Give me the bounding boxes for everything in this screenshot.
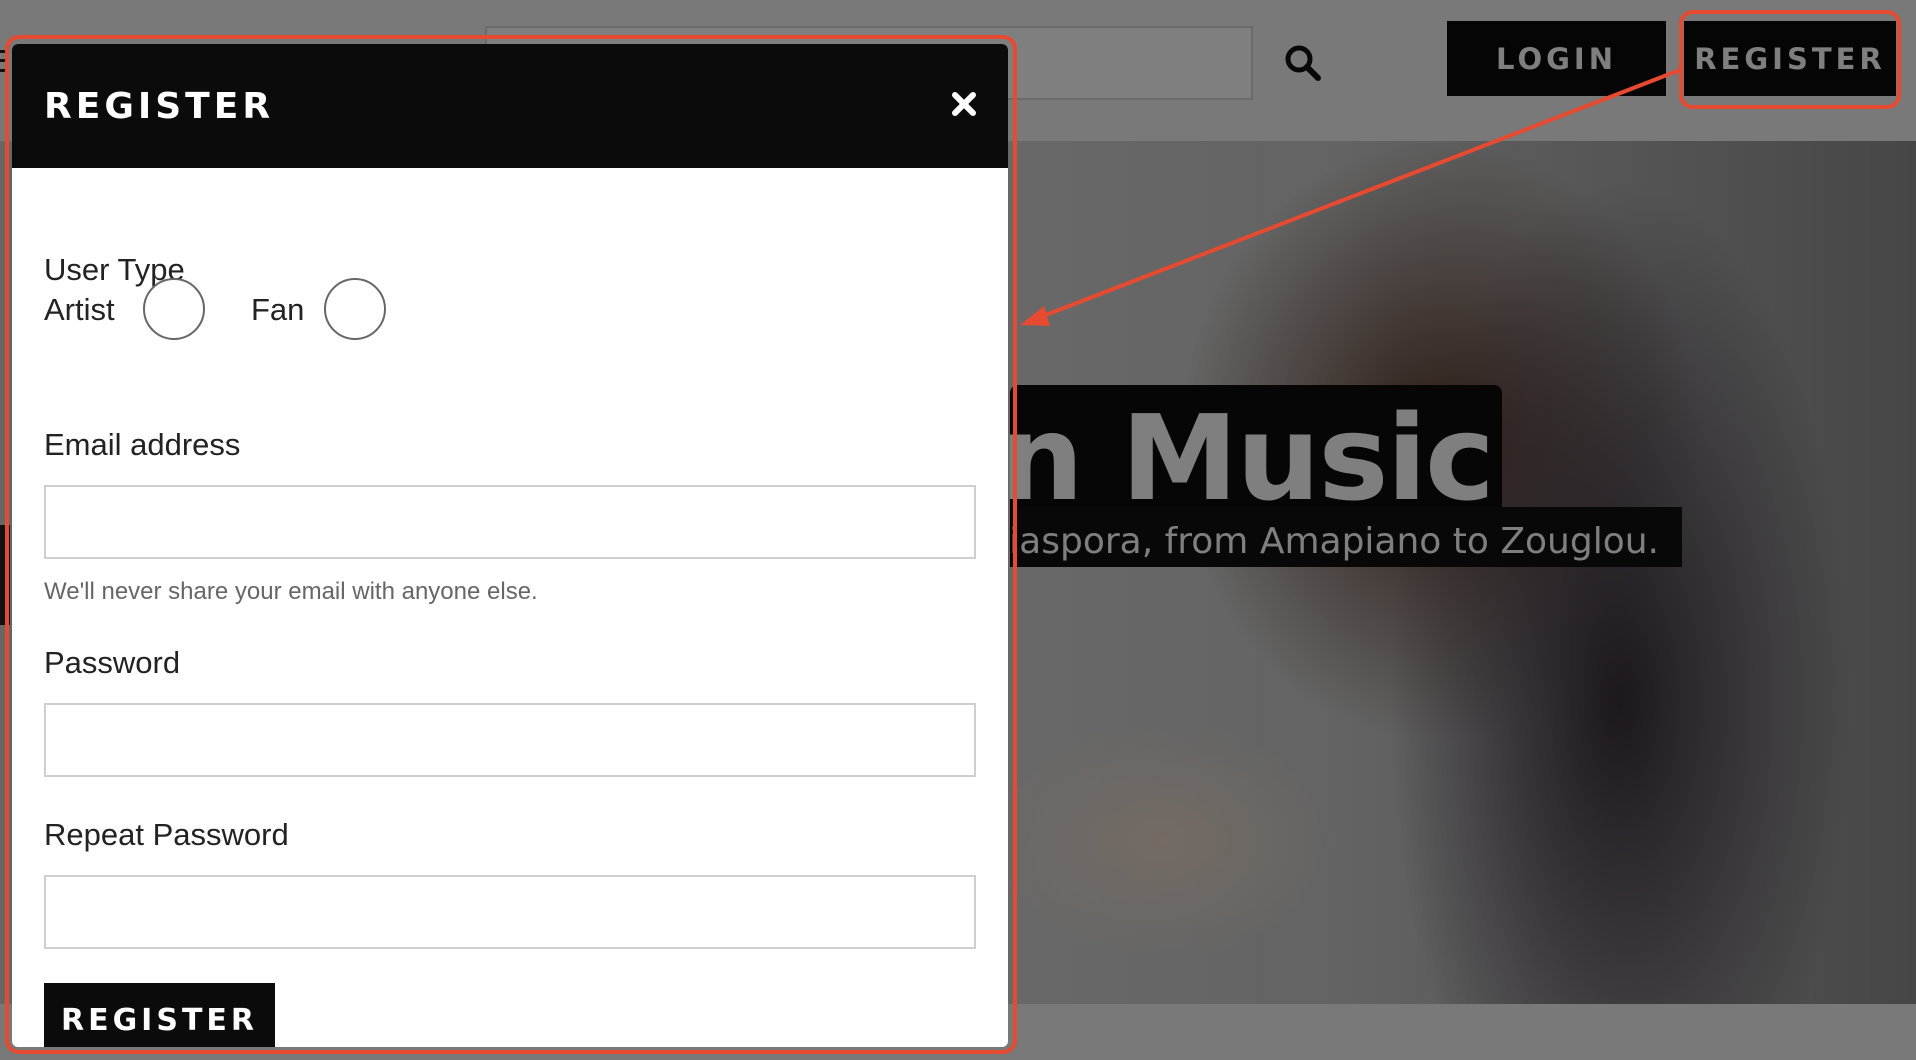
- annotation-highlight-modal: [5, 35, 1017, 1054]
